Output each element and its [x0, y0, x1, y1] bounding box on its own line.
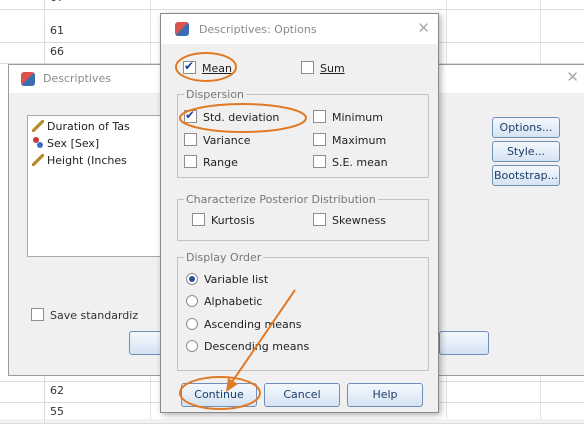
annotation-overlay [175, 52, 307, 410]
continue-highlight-oval [179, 376, 261, 410]
mean-highlight-oval [175, 52, 237, 82]
std-deviation-highlight-oval [179, 103, 307, 133]
arrowhead-icon [226, 378, 238, 392]
pointer-arrow-line [231, 289, 296, 383]
